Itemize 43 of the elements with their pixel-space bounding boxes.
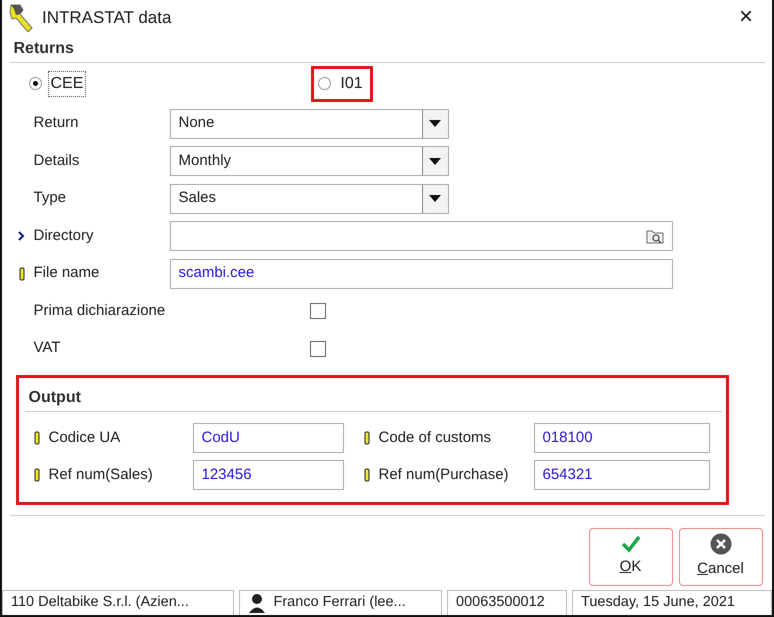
field-label: Directory	[34, 226, 95, 246]
status-bar-cell: Tuesday, 15 June, 2021	[572, 590, 772, 615]
field-label: Code of customs	[378, 428, 492, 448]
field-label: VAT	[34, 338, 62, 358]
field-label: Details	[34, 150, 80, 171]
status-bar-cell: 110 Deltabike S.r.l. (Azien...	[2, 590, 234, 615]
checkbox[interactable]	[310, 340, 326, 357]
dropdown[interactable]: None	[170, 108, 448, 139]
section-heading: Returns	[10, 34, 764, 63]
field-label: Prima dichiarazione	[34, 300, 166, 321]
checkbox[interactable]	[310, 303, 326, 320]
radio-button[interactable]	[318, 77, 332, 90]
folder-search-icon	[646, 228, 664, 244]
input-field[interactable]: 123456	[192, 460, 344, 490]
input-field[interactable]: scambi.cee	[170, 258, 672, 289]
field-label: Ref num(Sales)	[48, 465, 154, 486]
check-icon	[620, 534, 640, 553]
window-title: INTRASTAT data	[42, 6, 172, 29]
field-label: Return	[34, 113, 80, 134]
dropdown-arrow-icon	[429, 158, 441, 165]
close-button[interactable]: ×	[726, 5, 766, 30]
input-field[interactable]: CodU	[192, 423, 344, 454]
person-icon	[248, 592, 266, 613]
status-text: Franco Ferrari (lee...	[274, 593, 406, 612]
ok-button[interactable]: OK	[588, 528, 672, 586]
section-heading: Output	[24, 384, 722, 412]
dropdown-arrow-icon	[429, 120, 441, 128]
input-field[interactable]: 018100	[534, 423, 710, 454]
cancel-button[interactable]: Cancel	[678, 528, 762, 586]
radio-label[interactable]: CEE	[48, 70, 86, 97]
field-label: File name	[34, 263, 100, 284]
field-label: Ref num(Purchase)	[378, 465, 510, 486]
radio-button[interactable]	[28, 77, 42, 90]
field-label: Type	[34, 188, 68, 208]
status-bar-cell: 00063500012	[447, 590, 567, 615]
directory-field[interactable]	[170, 221, 672, 252]
field-label: Codice UA	[48, 428, 122, 448]
dropdown[interactable]: Sales	[170, 184, 448, 214]
dropdown-arrow-icon	[429, 195, 441, 202]
close-icon	[710, 532, 732, 555]
radio-label[interactable]: I01	[337, 70, 366, 97]
dropdown[interactable]: Monthly	[170, 146, 448, 176]
input-field[interactable]: 654321	[534, 460, 710, 490]
